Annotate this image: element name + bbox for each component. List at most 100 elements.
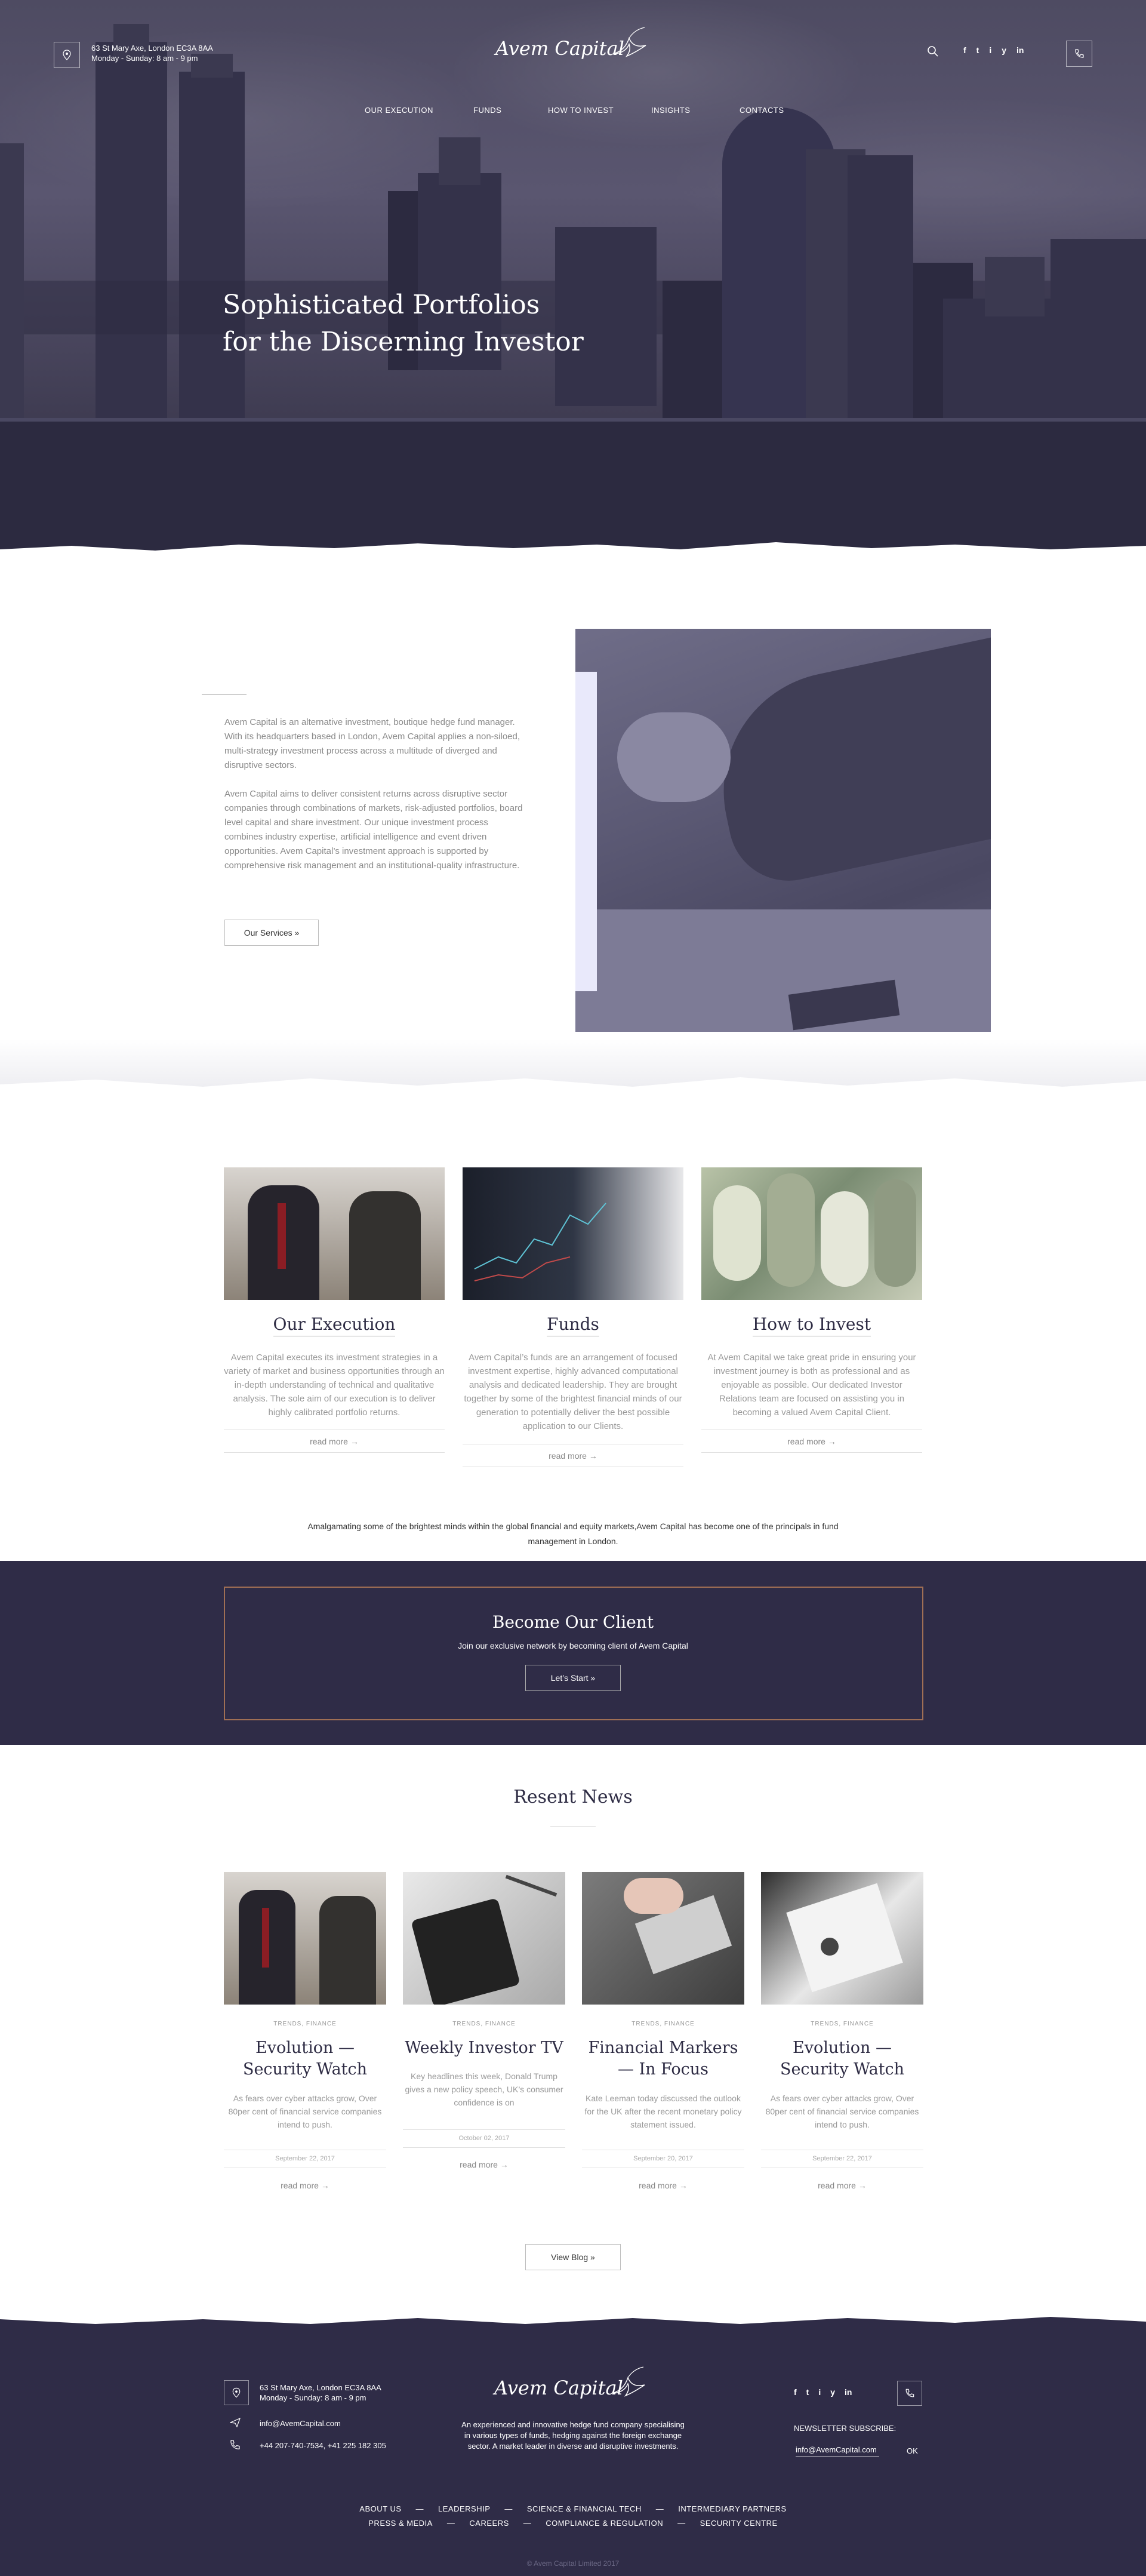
- read-more-link[interactable]: read more →: [463, 1451, 683, 1461]
- send-icon: [229, 2417, 241, 2430]
- footer-logo-wordmark: Avem Capital: [494, 2377, 623, 2399]
- news-image-4[interactable]: [761, 1872, 923, 2005]
- news-date-4: September 22, 2017: [812, 2155, 872, 2162]
- footer-bird-logo-icon: [612, 2366, 645, 2397]
- header-logo[interactable]: Avem Capital: [495, 24, 651, 66]
- news-rule: [403, 2129, 565, 2130]
- footer-link-careers[interactable]: CAREERS: [469, 2519, 509, 2528]
- card-image-execution: [224, 1167, 445, 1300]
- read-more-link[interactable]: read more →: [224, 1437, 445, 1446]
- news-date-3: September 20, 2017: [633, 2155, 693, 2162]
- footer-instagram-icon[interactable]: i: [818, 2387, 821, 2397]
- footer-links-row-1: ABOUT US — LEADERSHIP — SCIENCE & FINANCIAL …: [0, 2504, 1146, 2513]
- footer-email[interactable]: info@AvemCapital.com: [260, 2418, 341, 2429]
- location-pin-icon[interactable]: [54, 42, 80, 68]
- footer-call-icon[interactable]: [897, 2381, 922, 2406]
- news-image-2[interactable]: [403, 1872, 565, 2005]
- footer-logo[interactable]: Avem Capital: [494, 2363, 649, 2405]
- newsletter-label: NEWSLETTER SUBSCRIBE:: [794, 2424, 897, 2433]
- hero-title-line2: for the Discerning Investor: [223, 327, 584, 357]
- footer-about-text: An experienced and innovative hedge fund…: [461, 2420, 685, 2451]
- newsletter-ok-button[interactable]: OK: [907, 2446, 918, 2456]
- news-read-more-4[interactable]: read more →: [761, 2181, 923, 2190]
- footer-link-leadership[interactable]: LEADERSHIP: [438, 2504, 490, 2513]
- news-excerpt-1: As fears over cyber attacks grow, Over 8…: [228, 2094, 382, 2129]
- footer-phone-icon: [230, 2439, 241, 2453]
- lets-start-button[interactable]: Let’s Start »: [525, 1665, 621, 1691]
- nav-insights[interactable]: INSIGHTS: [651, 106, 690, 115]
- footer-link-security-centre[interactable]: SECURITY CENTRE: [700, 2519, 778, 2528]
- footer-link-separator: —: [655, 2504, 664, 2513]
- card-desc-how-to-invest: At Avem Capital we take great pride in e…: [707, 1352, 916, 1418]
- footer-linkedin-icon[interactable]: in: [845, 2387, 852, 2397]
- news-title-2[interactable]: Weekly Investor TV: [403, 2037, 565, 2059]
- news-read-more-3[interactable]: read more →: [582, 2181, 744, 2190]
- news-excerpt-2: Key headlines this week, Donald Trump gi…: [405, 2071, 563, 2107]
- footer-link-separator: —: [523, 2519, 532, 2528]
- news-heading: Resent News: [513, 1787, 633, 1807]
- news-read-more-1[interactable]: read more →: [224, 2181, 386, 2190]
- newsletter-email-input[interactable]: info@AvemCapital.com: [796, 2445, 879, 2457]
- footer-social-links: f t i y in: [794, 2387, 852, 2397]
- about-divider: [202, 694, 247, 695]
- header-hours: Monday - Sunday: 8 am - 9 pm: [91, 54, 198, 63]
- footer-link-science-financial-tech[interactable]: SCIENCE & FINANCIAL TECH: [527, 2504, 642, 2513]
- footer-twitter-icon[interactable]: t: [806, 2387, 809, 2397]
- twitter-icon[interactable]: t: [976, 45, 979, 55]
- footer-link-separator: —: [446, 2519, 455, 2528]
- footer-phones: +44 207-740-7534, +41 225 182 305: [260, 2441, 386, 2450]
- news-title-4[interactable]: Evolution — Security Watch: [761, 2037, 923, 2080]
- hero-title-line1: Sophisticated Portfolios: [223, 290, 540, 320]
- footer-link-separator: —: [677, 2519, 686, 2528]
- news-read-more-2[interactable]: read more →: [403, 2160, 565, 2169]
- news-date-1: September 22, 2017: [275, 2155, 335, 2162]
- news-title-1[interactable]: Evolution — Security Watch: [224, 2037, 386, 2080]
- card-rule: [224, 1452, 445, 1453]
- footer-facebook-icon[interactable]: f: [794, 2387, 797, 2397]
- cta-title: Become Our Client: [492, 1612, 654, 1632]
- youtube-icon[interactable]: y: [1002, 45, 1006, 55]
- our-services-button[interactable]: Our Services »: [224, 920, 319, 946]
- hero-wave-divider: [0, 542, 1146, 555]
- card-rule: [701, 1452, 922, 1453]
- footer-youtube-icon[interactable]: y: [830, 2387, 835, 2397]
- cta-subtitle: Join our exclusive network by becoming c…: [458, 1641, 688, 1650]
- bird-logo-icon: [613, 27, 646, 57]
- nav-our-execution[interactable]: OUR EXECUTION: [365, 106, 433, 115]
- footer-link-about-us[interactable]: ABOUT US: [359, 2504, 401, 2513]
- card-title-execution[interactable]: Our Execution: [224, 1314, 445, 1336]
- card-desc-funds: Avem Capital’s funds are an arrangement …: [464, 1352, 682, 1431]
- news-image-3[interactable]: [582, 1872, 744, 2005]
- news-excerpt-4: As fears over cyber attacks grow, Over 8…: [765, 2094, 919, 2129]
- header-address: 63 St Mary Axe, London EC3A 8AA Monday -…: [91, 43, 213, 63]
- view-blog-button[interactable]: View Blog »: [525, 2244, 621, 2270]
- news-title-3[interactable]: Financial Markers — In Focus: [582, 2037, 744, 2080]
- instagram-icon[interactable]: i: [989, 45, 991, 55]
- header-address-line1: 63 St Mary Axe, London EC3A 8AA: [91, 44, 213, 53]
- card-desc-execution: Avem Capital executes its investment str…: [224, 1352, 445, 1418]
- news-image-1[interactable]: [224, 1872, 386, 2005]
- news-rule: [403, 2147, 565, 2148]
- linkedin-icon[interactable]: in: [1016, 45, 1024, 55]
- footer-link-intermediary-partners[interactable]: INTERMEDIARY PARTNERS: [678, 2504, 786, 2513]
- read-more-link[interactable]: read more →: [701, 1437, 922, 1446]
- card-title-funds[interactable]: Funds: [463, 1314, 683, 1336]
- nav-funds[interactable]: FUNDS: [473, 106, 501, 115]
- about-accent-bar: [575, 672, 597, 991]
- card-image-funds: [463, 1167, 683, 1300]
- nav-contacts[interactable]: CONTACTS: [740, 106, 784, 115]
- card-title-how-to-invest[interactable]: How to Invest: [701, 1314, 922, 1336]
- footer-wave-divider: [0, 2316, 1146, 2324]
- tagline: Amalgamating some of the brightest minds…: [307, 1521, 839, 1546]
- search-icon[interactable]: [927, 45, 939, 60]
- news-category: TRENDS, FINANCE: [452, 2021, 516, 2027]
- footer-hours: Monday - Sunday: 8 am - 9 pm: [260, 2393, 366, 2402]
- main-nav: OUR EXECUTION FUNDS HOW TO INVEST INSIGH…: [0, 106, 1146, 118]
- phone-icon[interactable]: [1066, 41, 1092, 67]
- footer-link-press-media[interactable]: PRESS & MEDIA: [368, 2519, 433, 2528]
- nav-how-to-invest[interactable]: HOW TO INVEST: [548, 106, 614, 115]
- facebook-icon[interactable]: f: [963, 45, 966, 55]
- card-image-how-to-invest: [701, 1167, 922, 1300]
- footer-link-compliance-regulation[interactable]: COMPLIANCE & REGULATION: [546, 2519, 663, 2528]
- footer-link-separator: —: [415, 2504, 424, 2513]
